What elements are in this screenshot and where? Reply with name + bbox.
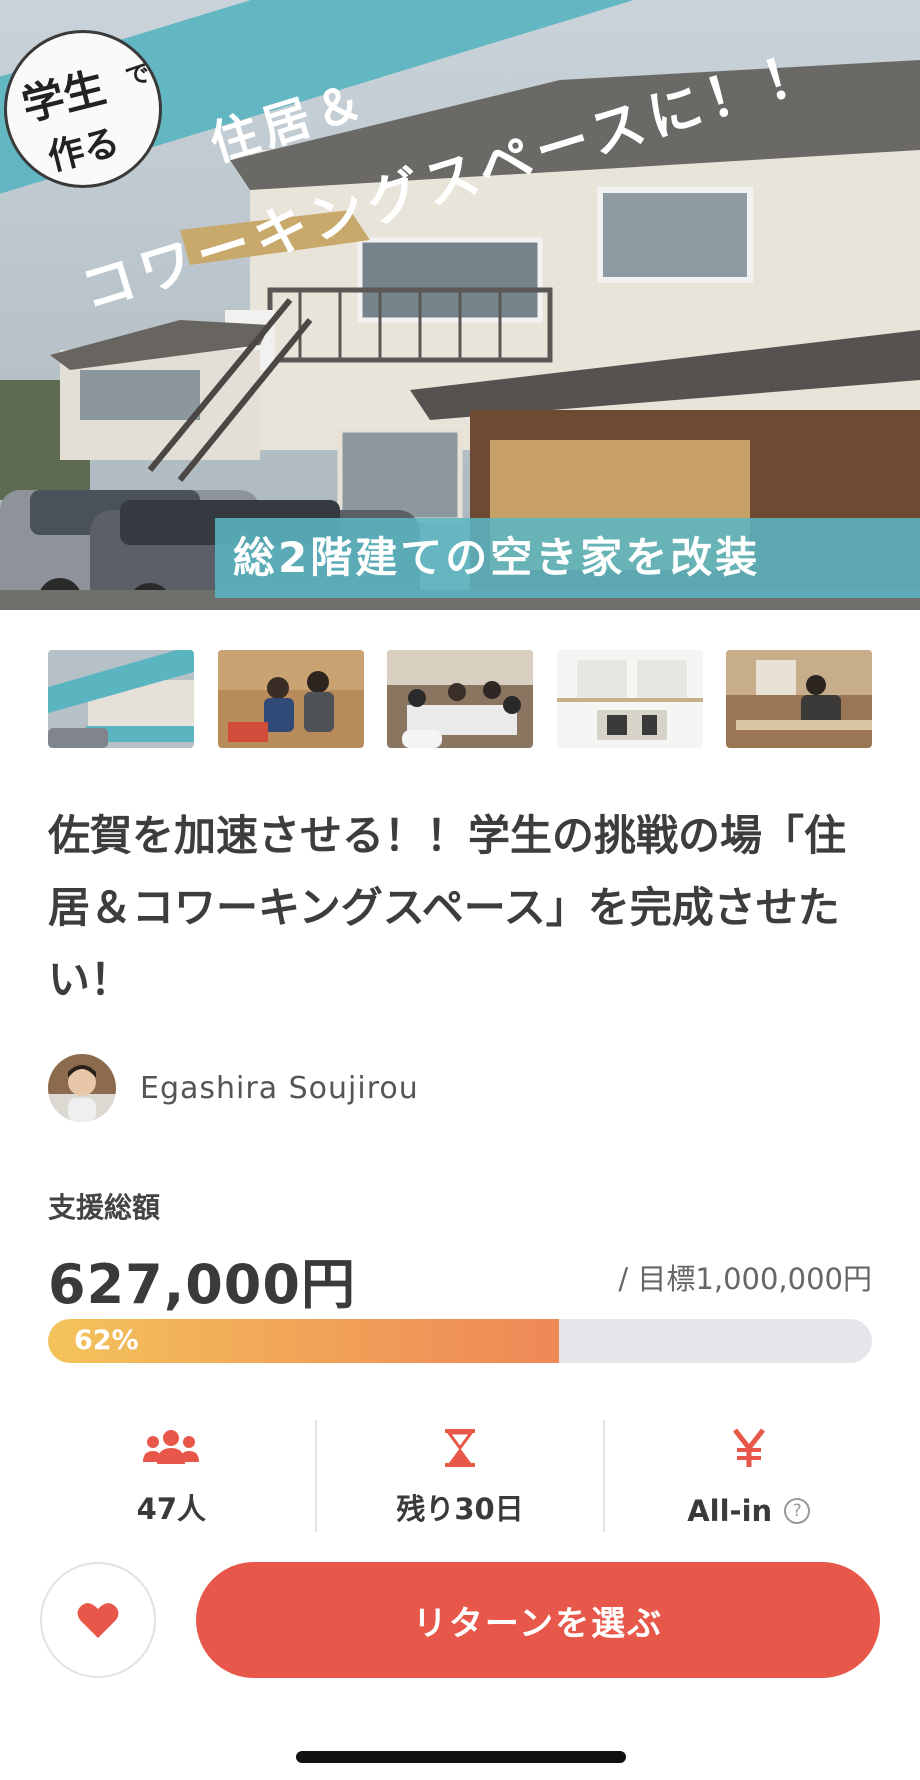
goal-amount: / 目標1,000,000円: [618, 1262, 872, 1296]
thumbnail-5[interactable]: [726, 650, 872, 748]
favorite-button[interactable]: [40, 1562, 156, 1678]
thumbnail-2[interactable]: [217, 650, 364, 748]
author-row[interactable]: Egashira Soujirou: [48, 1053, 419, 1123]
thumbnail-1[interactable]: [48, 650, 194, 748]
total-amount: 627,000円: [48, 1253, 356, 1316]
total-support-label: 支援総額: [48, 1191, 161, 1224]
funding-type-value[interactable]: All-in ?: [687, 1494, 811, 1528]
funding-type-label: All-in: [687, 1494, 773, 1528]
home-indicator[interactable]: [296, 1751, 626, 1763]
funding-progress-bar: 62%: [48, 1319, 872, 1363]
hero-image[interactable]: 住居＆ コワーキングスペースに！！ 学生 で 作る 総2階建ての空き家を改装: [0, 0, 920, 610]
thumbnail-4[interactable]: [556, 650, 703, 748]
funding-progress-label: 62%: [74, 1325, 139, 1356]
stat-supporters: 47人: [28, 1420, 315, 1532]
help-icon[interactable]: ?: [784, 1498, 811, 1524]
people-icon: [141, 1424, 201, 1472]
stat-days-left: 残り30日: [317, 1420, 604, 1532]
hero-badge: 学生 で 作る: [4, 30, 162, 188]
project-title: 佐賀を加速させる！！学生の挑戦の場「住居＆コワーキングスペース」を完成させたい！: [48, 811, 847, 1004]
heart-icon: [77, 1603, 119, 1638]
author-name[interactable]: Egashira Soujirou: [140, 1071, 419, 1106]
stats-row: 47人 残り30日 All-in ?: [28, 1420, 892, 1532]
select-return-button[interactable]: リターンを選ぶ: [196, 1562, 880, 1678]
thumbnail-strip: [48, 650, 872, 748]
stat-funding-type[interactable]: All-in ?: [605, 1420, 892, 1532]
hero-caption: 総2階建ての空き家を改装: [215, 518, 920, 598]
hourglass-icon: [443, 1424, 477, 1472]
thumbnail-3[interactable]: [387, 650, 533, 748]
days-remaining: 残り30日: [396, 1492, 524, 1526]
supporters-count: 47人: [136, 1492, 207, 1526]
yen-icon: [731, 1424, 767, 1472]
avatar[interactable]: [48, 1054, 116, 1122]
